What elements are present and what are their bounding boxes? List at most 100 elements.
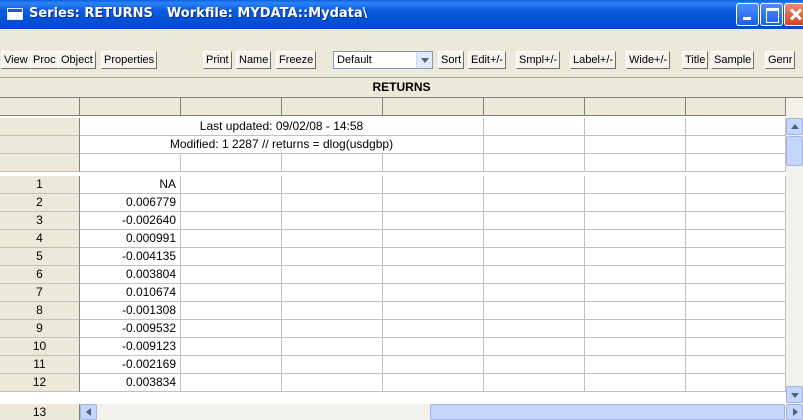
maximize-button[interactable] (760, 3, 783, 26)
proc-button[interactable]: Proc (30, 51, 59, 69)
cell[interactable] (484, 248, 585, 266)
row-header[interactable]: 3 (0, 212, 80, 230)
row-header[interactable]: 5 (0, 248, 80, 266)
cell[interactable] (585, 320, 686, 338)
minimize-button[interactable] (736, 3, 759, 26)
cell[interactable] (181, 194, 282, 212)
cell[interactable] (282, 356, 383, 374)
cell[interactable] (585, 136, 686, 154)
vertical-scrollbar[interactable] (786, 98, 803, 404)
genr-button[interactable]: Genr (765, 51, 796, 69)
cell[interactable] (585, 302, 686, 320)
cell[interactable] (484, 194, 585, 212)
cell[interactable] (484, 176, 585, 194)
print-button[interactable]: Print (203, 51, 232, 69)
cell[interactable] (484, 118, 585, 136)
row-header[interactable]: 13 (0, 404, 80, 420)
sort-button[interactable]: Sort (438, 51, 465, 69)
scroll-right-icon[interactable] (786, 404, 803, 420)
value-cell[interactable]: 0.010674 (80, 284, 181, 302)
cell[interactable] (484, 302, 585, 320)
label-toggle-button[interactable]: Label+/- (570, 51, 617, 69)
cell[interactable] (282, 154, 383, 172)
cell[interactable] (585, 118, 686, 136)
cell[interactable] (484, 230, 585, 248)
spreadsheet-grid[interactable]: Last updated: 09/02/08 - 14:58 Modified:… (0, 98, 786, 404)
row-header[interactable]: 2 (0, 194, 80, 212)
cell[interactable] (181, 176, 282, 194)
cell[interactable] (181, 266, 282, 284)
column-header[interactable] (383, 98, 484, 116)
cell[interactable] (484, 338, 585, 356)
column-header[interactable] (80, 98, 181, 116)
cell[interactable] (484, 266, 585, 284)
cell[interactable] (686, 176, 786, 194)
cell[interactable] (282, 248, 383, 266)
cell[interactable] (282, 284, 383, 302)
value-cell[interactable]: -0.004135 (80, 248, 181, 266)
cell[interactable] (282, 194, 383, 212)
cell[interactable] (585, 194, 686, 212)
value-cell[interactable]: -0.002169 (80, 356, 181, 374)
cell[interactable] (686, 212, 786, 230)
cell[interactable] (686, 302, 786, 320)
cell[interactable] (181, 320, 282, 338)
row-header[interactable] (0, 118, 80, 136)
cell[interactable] (585, 356, 686, 374)
row-header[interactable]: 7 (0, 284, 80, 302)
cell[interactable] (686, 118, 786, 136)
cell[interactable] (585, 266, 686, 284)
column-header[interactable] (282, 98, 383, 116)
close-button[interactable] (784, 3, 803, 26)
value-cell[interactable]: -0.009532 (80, 320, 181, 338)
cell[interactable] (181, 374, 282, 392)
cell[interactable] (686, 374, 786, 392)
row-header[interactable]: 12 (0, 374, 80, 392)
cell[interactable] (484, 356, 585, 374)
row-header[interactable]: 6 (0, 266, 80, 284)
scroll-up-icon[interactable] (786, 118, 803, 135)
cell[interactable] (282, 302, 383, 320)
cell[interactable] (282, 266, 383, 284)
cell[interactable] (383, 338, 484, 356)
cell[interactable] (585, 284, 686, 302)
cell[interactable] (383, 356, 484, 374)
cell[interactable] (484, 320, 585, 338)
cell[interactable] (181, 230, 282, 248)
cell[interactable] (585, 248, 686, 266)
scroll-down-icon[interactable] (786, 386, 803, 403)
name-button[interactable]: Name (236, 51, 272, 69)
cell[interactable] (585, 212, 686, 230)
cell[interactable] (282, 230, 383, 248)
cell[interactable] (383, 320, 484, 338)
cell[interactable] (585, 374, 686, 392)
cell[interactable] (282, 320, 383, 338)
cell[interactable] (484, 154, 585, 172)
cell[interactable] (282, 338, 383, 356)
row-header[interactable]: 9 (0, 320, 80, 338)
edit-toggle-button[interactable]: Edit+/- (468, 51, 507, 69)
window-icon[interactable] (7, 8, 23, 20)
title-bar[interactable]: Series: RETURNS Workfile: MYDATA::Mydata\ (0, 0, 803, 29)
row-header[interactable]: 8 (0, 302, 80, 320)
object-button[interactable]: Object (58, 51, 96, 69)
row-header[interactable]: 4 (0, 230, 80, 248)
cell[interactable] (686, 266, 786, 284)
corner-cell[interactable] (0, 98, 80, 116)
cell[interactable] (383, 212, 484, 230)
cell[interactable] (484, 374, 585, 392)
freeze-button[interactable]: Freeze (276, 51, 317, 69)
cell[interactable] (484, 136, 585, 154)
value-cell[interactable]: -0.001308 (80, 302, 181, 320)
row-header[interactable]: 10 (0, 338, 80, 356)
vertical-scroll-thumb[interactable] (786, 136, 803, 166)
cell[interactable] (383, 266, 484, 284)
cell[interactable] (686, 194, 786, 212)
scroll-left-icon[interactable] (80, 404, 97, 420)
value-cell[interactable]: 0.000991 (80, 230, 181, 248)
value-cell[interactable]: 0.006779 (80, 194, 181, 212)
value-cell[interactable]: 0.003804 (80, 266, 181, 284)
row-header[interactable]: 11 (0, 356, 80, 374)
column-header[interactable] (484, 98, 585, 116)
row-header[interactable]: 1 (0, 176, 80, 194)
